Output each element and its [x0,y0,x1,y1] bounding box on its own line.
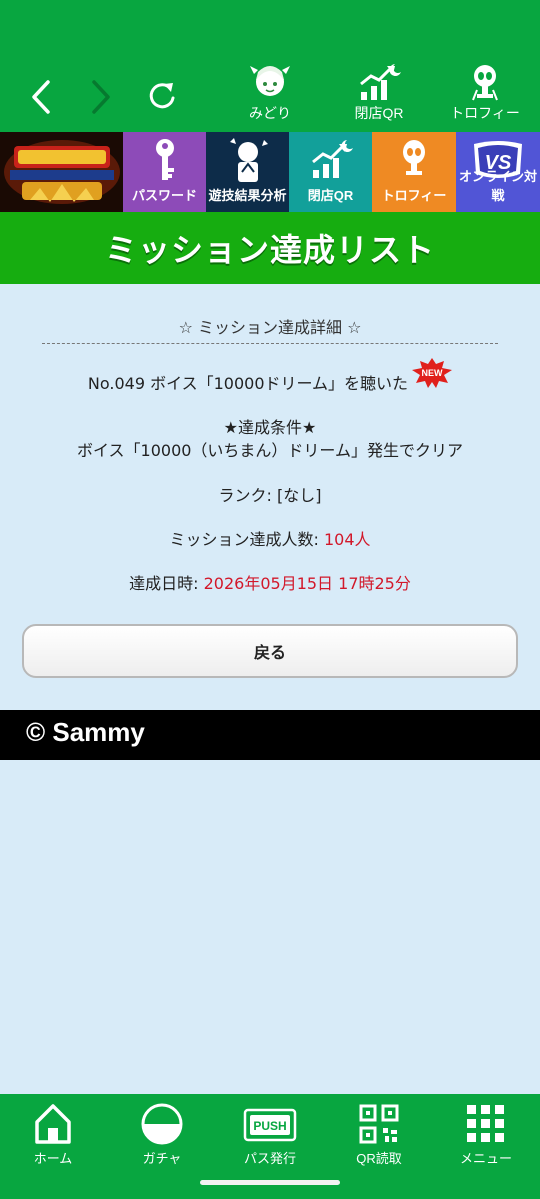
nav-qr-scan[interactable]: QR読取 [334,1102,424,1167]
forward-arrow-icon[interactable] [82,72,122,122]
divider [42,343,498,344]
home-icon [35,1104,71,1144]
top-item-label: 閉店QR [354,105,404,121]
key-icon [155,139,174,180]
tab-label: オンライン対戦 [458,169,537,203]
game-logo-image [0,132,123,212]
top-item-label: みどり [249,105,291,121]
trophy-icon [403,140,425,175]
copyright-bar: © Sammy [0,710,540,760]
tab-closing-qr[interactable]: 閉店QR [289,132,372,212]
gacha-icon [141,1103,183,1145]
rank-row: ランク: [なし] [0,482,540,506]
section-title: ☆ ミッション達成詳細 ☆ [178,318,362,337]
achiever-count-label: ミッション達成人数: [169,530,324,549]
mission-name: No.049 ボイス「10000ドリーム」を聴いた [87,374,409,393]
back-arrow-icon[interactable] [22,72,62,122]
new-badge-icon: NEW [412,358,453,388]
nav-menu[interactable]: メニュー [441,1102,531,1167]
feature-tabs: パスワード 遊技結果分析 閉店QR トロフィー VS オンライン対戦 [0,132,540,212]
tab-result-analysis[interactable]: 遊技結果分析 [206,132,289,212]
tab-label: トロフィー [381,188,447,203]
nav-label: ホーム [33,1151,73,1166]
nav-label: QR読取 [356,1151,402,1166]
top-item-closing-qr[interactable]: 閉店QR [334,62,424,128]
nav-home[interactable]: ホーム [8,1102,98,1167]
achieved-date-label: 達成日時: [129,574,204,593]
achieved-date-value: 2026年05月15日 17時25分 [203,574,411,593]
achiever-count-value: 104人 [323,530,371,549]
top-item-midori[interactable]: みどり [225,62,315,128]
analysis-icon [229,138,268,182]
svg-text:PUSH: PUSH [253,1119,286,1133]
qr-code-icon [359,1104,399,1144]
mission-detail: ☆ ミッション達成詳細 ☆ No.049 ボイス「10000ドリーム」を聴いた … [0,284,540,710]
achiever-count-row: ミッション達成人数: 104人 [0,526,540,550]
tab-online-battle[interactable]: VS オンライン対戦 [456,132,540,212]
copyright-text: © Sammy [26,717,145,747]
trophy-icon [472,65,498,101]
achieved-date-row: 達成日時: 2026年05月15日 17時25分 [0,570,540,594]
midori-character-icon [250,66,290,96]
push-icon: PUSH [243,1108,297,1142]
tab-password[interactable]: パスワード [123,132,206,212]
condition-text: ボイス「10000（いちまん）ドリーム」発生でクリア [77,441,463,460]
tab-label: 閉店QR [307,188,354,203]
page-title: ミッション達成リスト [104,231,435,269]
menu-grid-icon [467,1105,504,1142]
nav-gacha[interactable]: ガチャ [117,1102,207,1167]
nav-label: ガチャ [142,1151,182,1166]
mission-name-row: No.049 ボイス「10000ドリーム」を聴いた NEW [0,358,540,394]
home-indicator-bar[interactable] [200,1180,340,1185]
nav-pass-issue[interactable]: PUSH パス発行 [225,1102,315,1167]
rank-label: ランク: [218,486,277,505]
qr-chart-icon [311,140,353,178]
qr-chart-icon [360,64,401,100]
tab-trophy[interactable]: トロフィー [372,132,456,212]
reload-icon[interactable] [142,74,182,118]
new-badge-text: NEW [422,368,444,378]
back-button[interactable]: 戻る [22,624,518,678]
nav-label: メニュー [459,1151,512,1166]
nav-label: パス発行 [243,1151,296,1166]
condition-heading: ★達成条件★ [223,418,317,437]
top-item-trophy[interactable]: トロフィー [440,62,530,128]
game-logo-banner[interactable] [0,132,123,212]
page-title-bar: ミッション達成リスト [0,212,540,284]
top-header: みどり 閉店QR トロフィー [0,0,540,132]
tab-label: 遊技結果分析 [208,188,287,203]
top-item-label: トロフィー [450,105,520,121]
rank-value: [なし] [276,486,322,505]
tab-label: パスワード [131,188,197,203]
